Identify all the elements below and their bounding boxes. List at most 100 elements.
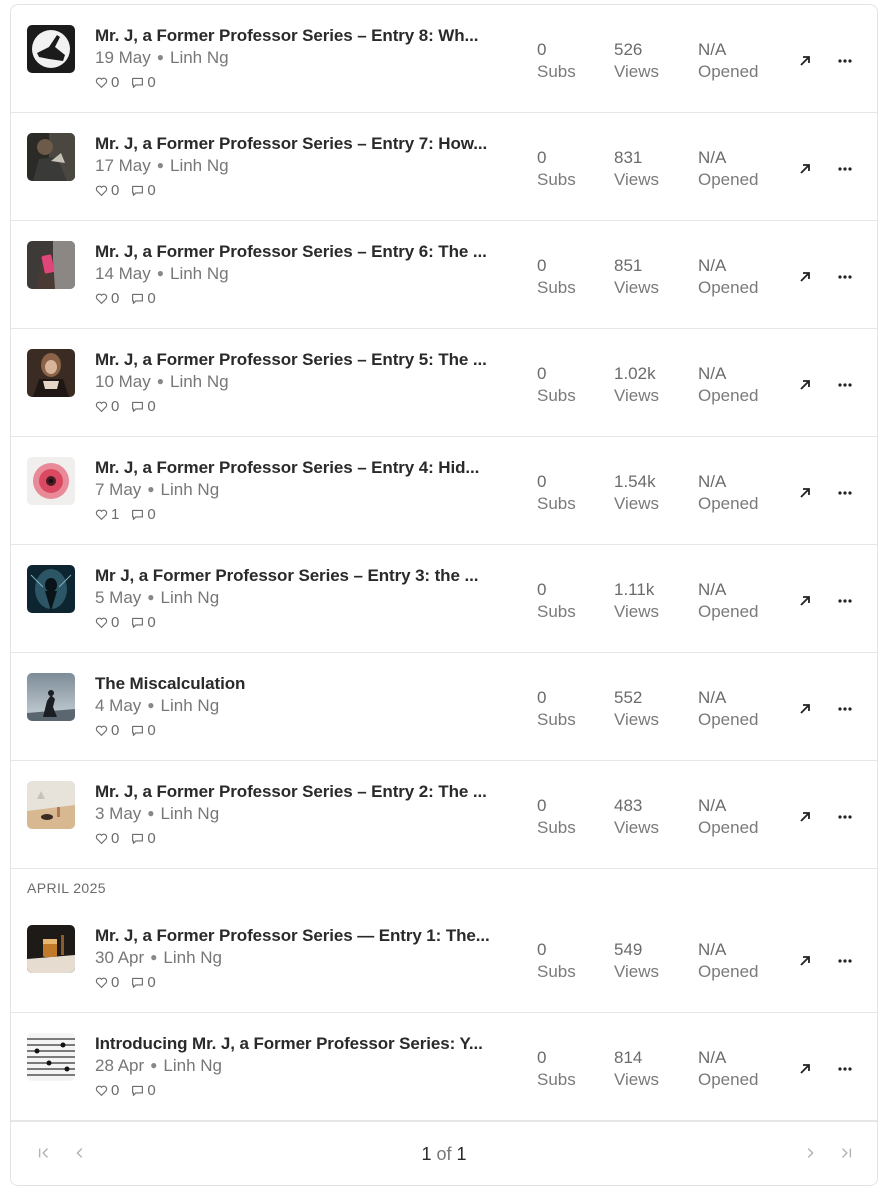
views-stat: 483 Views [614, 796, 660, 837]
post-title[interactable]: Introducing Mr. J, a Former Professor Se… [95, 1034, 507, 1054]
ellipsis-icon [838, 815, 852, 819]
post-title[interactable]: The Miscalculation [95, 674, 507, 694]
heart-icon [95, 977, 108, 989]
heart-icon [95, 77, 108, 89]
arrow-up-right-icon [800, 956, 810, 966]
views-stat: 552 Views [614, 688, 660, 729]
subs-stat: 0 Subs [537, 1048, 576, 1089]
more-actions-button[interactable] [833, 481, 857, 505]
views-stat: 814 Views [614, 1048, 660, 1089]
more-actions-button[interactable] [833, 265, 857, 289]
open-post-button[interactable] [793, 157, 817, 181]
more-actions-button[interactable] [833, 1057, 857, 1081]
more-actions-button[interactable] [833, 805, 857, 829]
post-row[interactable]: Mr. J, a Former Professor Series – Entry… [11, 761, 877, 869]
separator-dot: ● [156, 266, 164, 280]
likes-count: 0 [111, 74, 120, 91]
post-title[interactable]: Mr. J, a Former Professor Series – Entry… [95, 782, 507, 802]
next-page-button[interactable] [801, 1144, 819, 1162]
post-row[interactable]: Mr. J, a Former Professor Series – Entry… [11, 5, 877, 113]
post-row[interactable]: Mr. J, a Former Professor Series – Entry… [11, 329, 877, 437]
post-row[interactable]: Mr J, a Former Professor Series – Entry … [11, 545, 877, 653]
open-post-button[interactable] [793, 481, 817, 505]
open-post-button[interactable] [793, 373, 817, 397]
comments-count: 0 [147, 290, 156, 307]
post-reactions: 0 0 [95, 974, 168, 991]
more-actions-button[interactable] [833, 589, 857, 613]
post-title[interactable]: Mr. J, a Former Professor Series – Entry… [95, 26, 507, 46]
last-page-button[interactable] [837, 1144, 855, 1162]
comment-icon [132, 293, 144, 304]
post-row[interactable]: The Miscalculation 4 May ● Linh Ng 0 0 0 Su… [11, 653, 877, 761]
arrow-up-right-icon [800, 380, 810, 390]
opened-stat: N/A Opened [698, 148, 759, 189]
open-post-button[interactable] [793, 265, 817, 289]
ellipsis-icon [838, 167, 852, 171]
opened-stat: N/A Opened [698, 40, 759, 81]
open-post-button[interactable] [793, 697, 817, 721]
post-reactions: 0 0 [95, 722, 168, 739]
post-meta: 19 May ● Linh Ng [95, 48, 229, 68]
post-author: Linh Ng [163, 1056, 223, 1075]
likes-count: 0 [111, 614, 120, 631]
likes-count: 0 [111, 182, 120, 199]
more-actions-button[interactable] [833, 697, 857, 721]
post-reactions: 0 0 [95, 614, 168, 631]
more-actions-button[interactable] [833, 49, 857, 73]
post-row[interactable]: Mr. J, a Former Professor Series – Entry… [11, 221, 877, 329]
heart-icon [95, 185, 108, 197]
post-row[interactable]: Mr. J, a Former Professor Series — Entry… [11, 905, 877, 1013]
post-title[interactable]: Mr. J, a Former Professor Series – Entry… [95, 458, 507, 478]
comment-icon [132, 617, 144, 628]
heart-icon [95, 725, 108, 737]
views-stat: 1.54k Views [614, 472, 660, 513]
post-title[interactable]: Mr. J, a Former Professor Series — Entry… [95, 926, 507, 946]
views-stat: 1.11k Views [614, 580, 660, 621]
post-title[interactable]: Mr. J, a Former Professor Series – Entry… [95, 134, 507, 154]
arrow-up-right-icon [800, 1064, 810, 1074]
views-stat: 831 Views [614, 148, 660, 189]
post-date: 17 May [95, 156, 151, 175]
views-stat: 1.02k Views [614, 364, 660, 405]
ellipsis-icon [838, 383, 852, 387]
post-meta: 30 Apr ● Linh Ng [95, 948, 222, 968]
post-row[interactable]: Introducing Mr. J, a Former Professor Se… [11, 1013, 877, 1121]
open-post-button[interactable] [793, 49, 817, 73]
more-actions-button[interactable] [833, 157, 857, 181]
open-post-button[interactable] [793, 589, 817, 613]
post-author: Linh Ng [160, 804, 220, 823]
current-page: 1 [421, 1144, 432, 1164]
post-row[interactable]: Mr. J, a Former Professor Series – Entry… [11, 437, 877, 545]
likes-count: 1 [111, 506, 120, 523]
open-post-button[interactable] [793, 1057, 817, 1081]
likes-count: 0 [111, 830, 120, 847]
arrow-up-right-icon [800, 164, 810, 174]
more-actions-button[interactable] [833, 949, 857, 973]
comments-count: 0 [147, 74, 156, 91]
post-row[interactable]: Mr. J, a Former Professor Series – Entry… [11, 113, 877, 221]
post-meta: 4 May ● Linh Ng [95, 696, 219, 716]
comments-count: 0 [147, 398, 156, 415]
separator-dot: ● [156, 50, 164, 64]
opened-stat: N/A Opened [698, 364, 759, 405]
post-author: Linh Ng [163, 948, 223, 967]
post-reactions: 0 0 [95, 1082, 168, 1099]
open-post-button[interactable] [793, 805, 817, 829]
total-pages: 1 [456, 1144, 467, 1164]
likes-count: 0 [111, 398, 120, 415]
comment-icon [132, 725, 144, 736]
post-author: Linh Ng [160, 480, 220, 499]
post-title[interactable]: Mr. J, a Former Professor Series – Entry… [95, 350, 507, 370]
post-title[interactable]: Mr J, a Former Professor Series – Entry … [95, 566, 507, 586]
more-actions-button[interactable] [833, 373, 857, 397]
comments-count: 0 [147, 722, 156, 739]
open-post-button[interactable] [793, 949, 817, 973]
comment-icon [132, 185, 144, 196]
post-title[interactable]: Mr. J, a Former Professor Series – Entry… [95, 242, 507, 262]
post-date: 14 May [95, 264, 151, 283]
post-reactions: 0 0 [95, 398, 168, 415]
separator-dot: ● [147, 482, 155, 496]
post-author: Linh Ng [170, 156, 229, 175]
comment-icon [132, 977, 144, 988]
likes-count: 0 [111, 290, 120, 307]
